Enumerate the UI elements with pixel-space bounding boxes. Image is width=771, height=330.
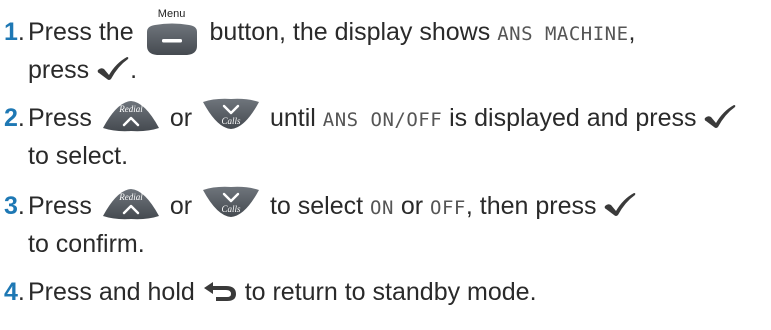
menu-minus-icon xyxy=(146,23,197,55)
redial-label: Redial xyxy=(118,192,143,202)
display-text: ANS ON/OFF xyxy=(322,109,443,131)
display-text-off: OFF xyxy=(430,197,466,219)
step-text: or xyxy=(169,104,193,132)
menu-button-icon: Menu xyxy=(141,8,203,55)
step-number: 3. xyxy=(4,192,25,220)
step-text: Press xyxy=(28,104,92,132)
step-number: 1. xyxy=(4,18,25,46)
display-text-on: ON xyxy=(370,197,394,219)
step-text: is displayed and press xyxy=(449,104,697,132)
step-text: Press and hold xyxy=(28,278,195,306)
step-3: 3. Press Redial or Calls to select ON or… xyxy=(4,187,771,262)
step-text: to confirm. xyxy=(28,230,145,258)
step-4: 4. Press and hold to return to standby m… xyxy=(4,274,771,310)
calls-label: Calls xyxy=(221,204,241,214)
step-text: until xyxy=(269,104,316,132)
step-text: , xyxy=(628,18,636,46)
calls-label: Calls xyxy=(221,116,241,126)
calls-down-icon: Calls xyxy=(203,99,259,130)
checkmark-icon xyxy=(705,105,736,129)
step-text: , then press xyxy=(465,192,597,220)
step-text: to select. xyxy=(28,142,129,170)
step-text: press xyxy=(28,56,90,84)
step-2: 2. Press Redial or Calls until ANS ON/OF… xyxy=(4,99,771,174)
step-text: or xyxy=(169,192,193,220)
step-number: 2. xyxy=(4,104,25,132)
menu-button-label: Menu xyxy=(157,8,186,20)
redial-label: Redial xyxy=(118,104,143,114)
display-text: ANS MACHINE xyxy=(497,23,629,45)
step-1: 1. Press the Menu button, the display sh… xyxy=(4,8,771,88)
step-text: Press the xyxy=(28,18,134,46)
step-text: button, the display shows xyxy=(209,18,491,46)
step-text: or xyxy=(400,192,424,220)
redial-up-icon: Redial xyxy=(102,101,159,132)
step-text: to return to standby mode. xyxy=(244,278,537,306)
step-text: Press xyxy=(28,192,92,220)
checkmark-icon xyxy=(605,193,636,217)
redial-up-icon: Redial xyxy=(102,189,159,220)
step-number: 4. xyxy=(4,278,25,306)
step-text: to select xyxy=(269,192,364,220)
checkmark-icon xyxy=(97,57,129,81)
calls-down-icon: Calls xyxy=(203,187,259,218)
back-arrow-icon xyxy=(203,282,236,302)
step-text: . xyxy=(130,56,138,84)
